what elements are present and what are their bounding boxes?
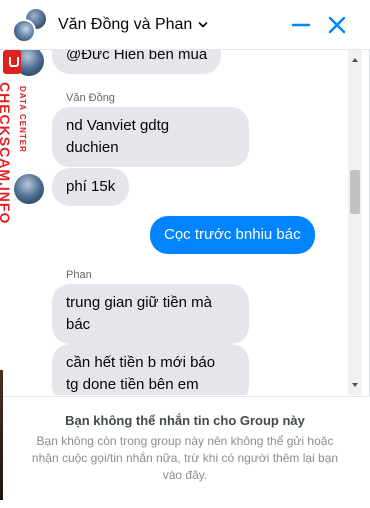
message-scrollbar[interactable]: [348, 50, 362, 395]
message-text: nd Vanviet gdtg: [66, 117, 170, 134]
chat-window: Văn Đồng và Phan @Đức Hiển bên mua Văn Đ…: [0, 0, 370, 508]
chevron-down-icon: [199, 22, 208, 28]
message-bubble[interactable]: cần hết tiền b mới báo tg done tiền bên …: [52, 344, 249, 395]
watermark-small-text: DATA CENTER: [18, 86, 27, 153]
message-bubble[interactable]: @Đức Hiển bên mua: [52, 50, 222, 74]
message-text: phí 15k: [66, 178, 116, 195]
scroll-up-icon[interactable]: [351, 56, 359, 64]
sender-name: Văn Đồng: [66, 92, 115, 104]
message-bubble[interactable]: phí 15k: [52, 168, 130, 206]
conversation-title: Văn Đồng và Phan: [58, 16, 193, 33]
notice-title: Bạn không thể nhắn tin cho Group này: [65, 413, 305, 428]
message-text: bác: [66, 316, 91, 333]
background-page-edge: [0, 370, 3, 500]
message-text: @Đức Hiển bên mua: [66, 50, 208, 63]
minimize-icon[interactable]: [288, 12, 314, 38]
notice-body: Bạn không còn trong group này nên không …: [31, 434, 339, 482]
chat-footer-notice: Bạn không thể nhắn tin cho Group này Bạn…: [0, 396, 370, 508]
message-text: Cọc trước bnhiu bác: [164, 226, 301, 243]
message-text: tg done tiền bên em: [66, 376, 199, 393]
watermark-logo-icon: [3, 50, 21, 74]
watermark: DATA CENTER CHECKSCAM.INFO: [0, 48, 27, 228]
group-avatar[interactable]: [12, 7, 50, 45]
scroll-down-icon[interactable]: [351, 381, 359, 389]
sender-name: Phan: [66, 269, 92, 281]
chat-header: Văn Đồng và Phan: [0, 0, 370, 50]
message-text: trung gian giữ tiền mà: [66, 294, 212, 311]
member-avatar-2: [12, 19, 36, 43]
scroll-thumb[interactable]: [350, 170, 360, 214]
message-bubble-outgoing[interactable]: Cọc trước bnhiu bác: [150, 216, 315, 254]
message-list[interactable]: @Đức Hiển bên mua Văn Đồng nd Vanviet gd…: [0, 50, 348, 395]
close-icon[interactable]: [324, 12, 350, 38]
message-bubble[interactable]: trung gian giữ tiền mà bác: [52, 284, 249, 344]
conversation-title-button[interactable]: Văn Đồng và Phan: [58, 14, 208, 36]
message-text: duchien: [66, 139, 119, 156]
message-bubble[interactable]: nd Vanviet gdtg duchien: [52, 107, 249, 167]
watermark-big-text: CHECKSCAM.INFO: [0, 82, 13, 225]
message-text: cần hết tiền b mới báo: [66, 354, 216, 371]
